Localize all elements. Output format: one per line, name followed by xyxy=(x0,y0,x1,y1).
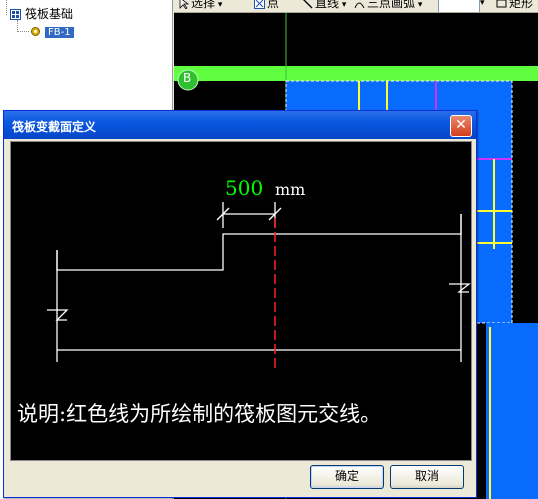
tree-connector xyxy=(17,31,29,32)
raft-slab-lower[interactable] xyxy=(486,323,538,499)
tree-node-label: 筏板基础 xyxy=(25,7,74,21)
slab-profile-top xyxy=(56,214,462,271)
dialog-title: 筏板变截面定义 xyxy=(12,120,97,134)
select-tool[interactable]: 选择 ▾ xyxy=(178,0,222,11)
rect-tool[interactable]: 矩形 xyxy=(496,0,533,11)
arrow-cursor-icon xyxy=(179,0,189,9)
raft-section-dialog: 筏板变截面定义 ✕ 500 mm 说明:红色线为所绘制的筏板图元交线。 确定 取… xyxy=(3,110,477,498)
arc-tool-label: 三点画弧 xyxy=(367,0,416,10)
point-tool-label: 点 xyxy=(267,0,280,10)
point-icon xyxy=(254,0,265,9)
section-preview: 500 mm 说明:红色线为所绘制的筏板图元交线。 xyxy=(10,141,472,461)
ok-button[interactable]: 确定 xyxy=(310,465,384,489)
rect-tool-label: 矩形 xyxy=(509,0,534,10)
rectangle-icon xyxy=(496,0,507,8)
cancel-button[interactable]: 取消 xyxy=(390,465,464,489)
gear-icon xyxy=(31,27,40,36)
folder-grid-icon xyxy=(10,9,21,20)
arc-icon xyxy=(354,2,365,9)
explanation-note: 说明:红色线为所绘制的筏板图元交线。 xyxy=(17,402,382,426)
tree-node-raft-foundation[interactable]: 筏板基础 xyxy=(10,6,73,22)
line-icon xyxy=(303,0,313,9)
tree-node-selected-label: FB-1 xyxy=(45,27,74,38)
axis-bubble-label: B xyxy=(183,71,192,85)
dimension-unit: mm xyxy=(275,180,306,199)
arc-option-dropdown[interactable] xyxy=(438,0,480,12)
tree-node-fb1[interactable]: FB-1 xyxy=(30,23,74,39)
point-tool[interactable]: 点 xyxy=(254,0,279,11)
break-symbol-right xyxy=(449,283,471,293)
axis-band xyxy=(174,66,538,81)
dimension-value: 500 xyxy=(225,176,264,200)
tree-connector xyxy=(6,0,7,15)
close-icon: ✕ xyxy=(455,117,467,133)
arc-tool[interactable]: 三点画弧 ▾ xyxy=(354,0,422,11)
select-tool-label: 选择 xyxy=(191,0,216,10)
drawing-toolbar: 选择 ▾ 点 直线 ▾ 三点画弧 ▾ ▾ 矩形 xyxy=(174,0,538,13)
line-tool[interactable]: 直线 ▾ xyxy=(302,0,346,11)
close-button[interactable]: ✕ xyxy=(450,115,472,137)
line-tool-label: 直线 xyxy=(315,0,340,10)
dialog-titlebar[interactable]: 筏板变截面定义 ✕ xyxy=(4,111,476,139)
dropdown-arrow-icon[interactable]: ▾ xyxy=(480,0,485,11)
